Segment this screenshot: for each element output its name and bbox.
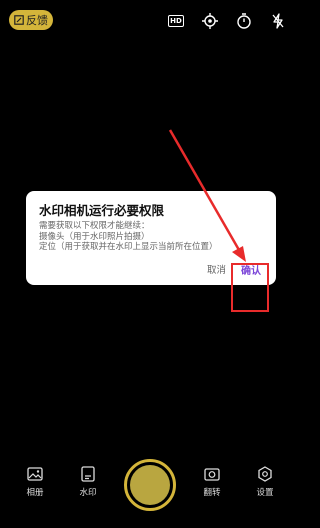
album-button[interactable]: 相册 (15, 466, 55, 498)
location-button[interactable] (200, 11, 220, 31)
timer-button[interactable] (234, 11, 254, 31)
album-label: 相册 (26, 488, 44, 498)
flash-off-icon (272, 13, 284, 29)
watermark-icon (81, 466, 95, 482)
cancel-button[interactable]: 取消 (207, 262, 226, 276)
crosshair-icon (202, 13, 218, 29)
dialog-line: 需要获取以下权限才能继续： (39, 221, 150, 231)
feedback-button[interactable]: 反馈 (9, 10, 53, 30)
settings-label: 设置 (256, 488, 274, 498)
dialog-body: 需要获取以下权限才能继续： 摄像头（用于水印照片拍摄） 定位（用于获取并在水印上… (39, 221, 218, 253)
gallery-icon (27, 467, 43, 481)
settings-icon (258, 466, 272, 482)
dialog-title: 水印相机运行必要权限 (39, 203, 165, 218)
shutter-core (130, 465, 170, 505)
hd-toggle[interactable]: HD (166, 11, 186, 31)
watermark-label: 水印 (79, 488, 97, 498)
flip-camera-icon (204, 468, 220, 481)
dialog-line: 摄像头（用于水印照片拍摄） (39, 231, 150, 242)
timer-icon (237, 13, 251, 29)
watermark-button[interactable]: 水印 (68, 466, 108, 498)
dialog-line: 定位（用于获取并在水印上显示当前所在位置） (39, 242, 218, 252)
flip-label: 翻转 (203, 488, 221, 498)
edit-icon (14, 15, 24, 25)
flip-button[interactable]: 翻转 (192, 466, 232, 498)
top-toolbar: HD (166, 11, 288, 31)
bottom-toolbar: 相册 水印 翻转 设置 (0, 452, 300, 518)
feedback-label: 反馈 (26, 14, 48, 27)
highlight-box (231, 263, 269, 312)
shutter-button[interactable] (124, 459, 176, 511)
hd-icon: HD (168, 15, 184, 27)
flash-button[interactable] (268, 11, 288, 31)
settings-button[interactable]: 设置 (245, 466, 285, 498)
